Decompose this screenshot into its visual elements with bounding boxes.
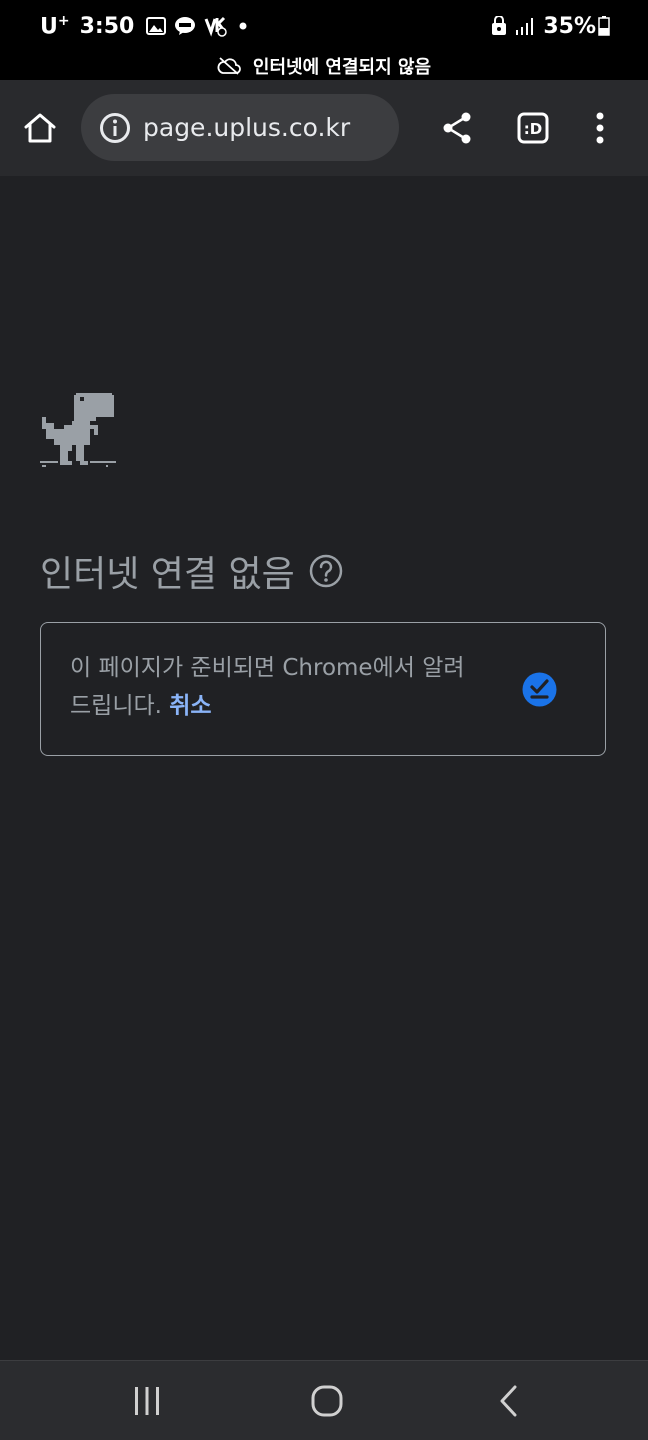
status-bar: U+ 3:50 35% <box>0 0 648 52</box>
home-icon <box>24 113 56 143</box>
tab-switcher-icon: :D <box>517 112 549 144</box>
offline-banner: 인터넷에 연결되지 않음 <box>0 52 648 80</box>
share-icon <box>443 112 471 144</box>
url-text[interactable]: page.uplus.co.kr <box>143 113 350 142</box>
cloud-off-icon <box>217 57 241 75</box>
signal-icon <box>515 16 535 36</box>
system-navigation-bar <box>0 1360 648 1440</box>
tab-switcher-button[interactable]: :D <box>507 102 559 154</box>
vpn-icon <box>204 15 228 37</box>
help-button[interactable] <box>309 554 343 588</box>
back-icon <box>500 1385 517 1417</box>
status-time: 3:50 <box>79 13 135 39</box>
address-bar[interactable]: page.uplus.co.kr <box>81 94 399 161</box>
gallery-icon <box>146 17 167 35</box>
offline-banner-text: 인터넷에 연결되지 않음 <box>252 57 432 78</box>
recent-apps-icon <box>135 1387 159 1415</box>
tab-count-label: :D <box>524 120 542 138</box>
battery-percentage: 35% <box>543 13 596 39</box>
battery-icon <box>598 16 610 36</box>
lock-icon <box>491 16 507 36</box>
carrier-label: U+ <box>40 12 70 40</box>
offline-dinosaur-icon[interactable] <box>40 391 116 469</box>
auto-fetch-notice: 이 페이지가 준비되면 Chrome에서 알려드립니다. 취소 <box>40 622 606 756</box>
browser-toolbar: page.uplus.co.kr :D <box>0 80 648 176</box>
info-icon <box>100 112 130 143</box>
cancel-link[interactable]: 취소 <box>169 693 211 719</box>
recent-apps-button[interactable] <box>125 1379 169 1423</box>
download-scheduled-icon <box>522 672 557 707</box>
back-button[interactable] <box>487 1379 531 1423</box>
overflow-menu-button[interactable] <box>574 102 626 154</box>
dot-icon <box>236 19 250 33</box>
system-home-icon <box>311 1385 343 1417</box>
auto-fetch-message: 이 페이지가 준비되면 Chrome에서 알려드립니다. 취소 <box>70 649 480 725</box>
status-left: U+ 3:50 <box>40 11 258 41</box>
auto-fetch-text: 이 페이지가 준비되면 Chrome에서 알려드립니다. <box>70 655 465 719</box>
status-right: 35% <box>491 11 610 41</box>
share-button[interactable] <box>431 102 483 154</box>
more-vert-icon <box>596 112 604 144</box>
browser-screen: U+ 3:50 35% 인터넷에 연결되지 않음 page.uplus.co.k… <box>0 0 648 1440</box>
offline-title-text: 인터넷 연결 없음 <box>40 554 295 595</box>
home-button[interactable] <box>14 102 66 154</box>
offline-title: 인터넷 연결 없음 <box>40 548 343 595</box>
talk-icon <box>174 16 196 36</box>
site-info-button[interactable] <box>99 112 131 144</box>
system-home-button[interactable] <box>305 1379 349 1423</box>
help-icon <box>309 554 342 588</box>
